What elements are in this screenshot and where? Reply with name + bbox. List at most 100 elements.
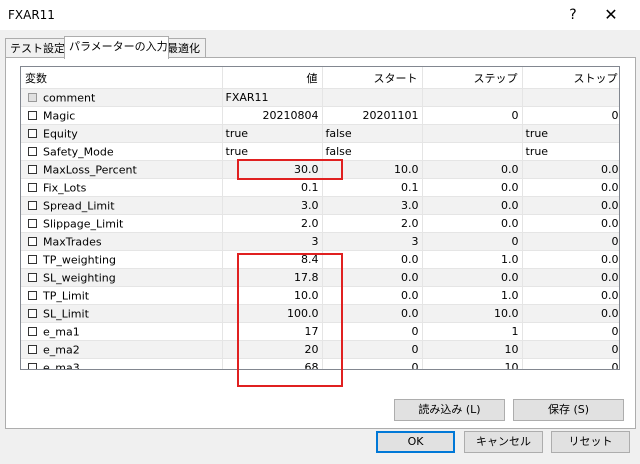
value-cell[interactable]: 17 [222, 322, 323, 341]
value-cell[interactable]: 2.0 [222, 214, 323, 233]
table-row[interactable]: Equity true false true [21, 124, 619, 143]
start-cell[interactable]: 0.0 [322, 268, 423, 287]
help-icon[interactable]: ? [562, 4, 584, 26]
tab-test-settings[interactable]: テスト設定 [5, 38, 66, 58]
step-cell[interactable]: 1 [422, 322, 523, 341]
stop-cell[interactable]: 0 [522, 106, 619, 125]
start-cell[interactable]: false [322, 124, 423, 143]
value-cell[interactable]: true [222, 142, 323, 161]
start-cell[interactable]: 3.0 [322, 196, 423, 215]
table-row[interactable]: SL_Limit 100.0 0.0 10.0 0.0 [21, 304, 619, 323]
start-cell[interactable]: 2.0 [322, 214, 423, 233]
step-cell[interactable]: 0.0 [422, 214, 523, 233]
param-checkbox[interactable] [28, 146, 37, 156]
param-name-cell[interactable]: e_ma2 [21, 340, 223, 359]
value-cell[interactable]: 10.0 [222, 286, 323, 305]
stop-cell[interactable]: true [522, 124, 619, 143]
stop-cell[interactable]: 0.0 [522, 304, 619, 323]
close-icon[interactable]: ✕ [600, 4, 622, 26]
param-checkbox[interactable] [28, 182, 37, 192]
step-cell[interactable]: 10 [422, 358, 523, 369]
step-cell[interactable]: 0 [422, 232, 523, 251]
param-name-cell[interactable]: MaxTrades [21, 232, 223, 251]
value-cell[interactable]: 8.4 [222, 250, 323, 269]
stop-cell[interactable]: 0.0 [522, 250, 619, 269]
value-cell[interactable]: 17.8 [222, 268, 323, 287]
stop-cell[interactable]: 0.0 [522, 286, 619, 305]
start-cell[interactable]: 0 [322, 322, 423, 341]
param-name-cell[interactable]: Magic [21, 106, 223, 125]
stop-cell[interactable]: 0 [522, 232, 619, 251]
param-name-cell[interactable]: e_ma1 [21, 322, 223, 341]
stop-cell[interactable]: 0 [522, 358, 619, 369]
param-name-cell[interactable]: Fix_Lots [21, 178, 223, 197]
table-row[interactable]: e_ma2 20 0 10 0 [21, 340, 619, 359]
start-cell[interactable]: 10.0 [322, 160, 423, 179]
stop-cell[interactable]: 0.0 [522, 160, 619, 179]
param-name-cell[interactable]: Spread_Limit [21, 196, 223, 215]
param-checkbox[interactable] [28, 110, 37, 120]
step-cell[interactable] [422, 88, 523, 107]
step-cell[interactable]: 1.0 [422, 250, 523, 269]
param-checkbox[interactable] [28, 362, 37, 369]
table-row[interactable]: MaxLoss_Percent 30.0 10.0 0.0 0.0 [21, 160, 619, 179]
table-row[interactable]: TP_weighting 8.4 0.0 1.0 0.0 [21, 250, 619, 269]
stop-cell[interactable]: 0.0 [522, 214, 619, 233]
value-cell[interactable]: 20210804 [222, 106, 323, 125]
param-name-cell[interactable]: Slippage_Limit [21, 214, 223, 233]
param-checkbox[interactable] [28, 290, 37, 300]
step-cell[interactable]: 1.0 [422, 286, 523, 305]
header-variable[interactable]: 変数 [21, 67, 223, 89]
param-checkbox[interactable] [28, 326, 37, 336]
reset-button[interactable]: リセット [551, 431, 630, 453]
param-checkbox[interactable] [28, 254, 37, 264]
param-checkbox[interactable] [28, 236, 37, 246]
param-checkbox[interactable] [28, 308, 37, 318]
step-cell[interactable]: 10 [422, 340, 523, 359]
value-cell[interactable]: FXAR11 [222, 88, 323, 107]
step-cell[interactable]: 0.0 [422, 178, 523, 197]
step-cell[interactable] [422, 142, 523, 161]
param-checkbox[interactable] [28, 164, 37, 174]
save-button[interactable]: 保存 (S) [513, 399, 624, 421]
param-name-cell[interactable]: TP_Limit [21, 286, 223, 305]
param-name-cell[interactable]: TP_weighting [21, 250, 223, 269]
value-cell[interactable]: 68 [222, 358, 323, 369]
step-cell[interactable] [422, 124, 523, 143]
value-cell[interactable]: 100.0 [222, 304, 323, 323]
param-checkbox[interactable] [28, 344, 37, 354]
param-name-cell[interactable]: SL_weighting [21, 268, 223, 287]
table-row[interactable]: comment FXAR11 [21, 88, 619, 107]
table-row[interactable]: TP_Limit 10.0 0.0 1.0 0.0 [21, 286, 619, 305]
stop-cell[interactable]: true [522, 142, 619, 161]
param-name-cell[interactable]: SL_Limit [21, 304, 223, 323]
step-cell[interactable]: 0.0 [422, 268, 523, 287]
header-step[interactable]: ステップ [422, 67, 523, 89]
start-cell[interactable]: 20201101 [322, 106, 423, 125]
param-name-cell[interactable]: MaxLoss_Percent [21, 160, 223, 179]
value-cell[interactable]: 0.1 [222, 178, 323, 197]
stop-cell[interactable]: 0 [522, 322, 619, 341]
step-cell[interactable]: 0.0 [422, 160, 523, 179]
param-checkbox[interactable] [28, 272, 37, 282]
start-cell[interactable]: false [322, 142, 423, 161]
header-value[interactable]: 値 [222, 67, 323, 89]
stop-cell[interactable] [522, 88, 619, 107]
step-cell[interactable]: 0.0 [422, 196, 523, 215]
table-row[interactable]: Fix_Lots 0.1 0.1 0.0 0.0 [21, 178, 619, 197]
ok-button[interactable]: OK [376, 431, 455, 453]
start-cell[interactable]: 0.0 [322, 250, 423, 269]
stop-cell[interactable]: 0.0 [522, 178, 619, 197]
param-checkbox[interactable] [28, 200, 37, 210]
stop-cell[interactable]: 0.0 [522, 196, 619, 215]
param-name-cell[interactable]: e_ma3 [21, 358, 223, 369]
table-row[interactable]: Slippage_Limit 2.0 2.0 0.0 0.0 [21, 214, 619, 233]
param-name-cell[interactable]: Safety_Mode [21, 142, 223, 161]
start-cell[interactable] [322, 88, 423, 107]
param-checkbox[interactable] [28, 128, 37, 138]
step-cell[interactable]: 10.0 [422, 304, 523, 323]
start-cell[interactable]: 0.0 [322, 304, 423, 323]
value-cell[interactable]: 3.0 [222, 196, 323, 215]
stop-cell[interactable]: 0 [522, 340, 619, 359]
start-cell[interactable]: 0 [322, 340, 423, 359]
